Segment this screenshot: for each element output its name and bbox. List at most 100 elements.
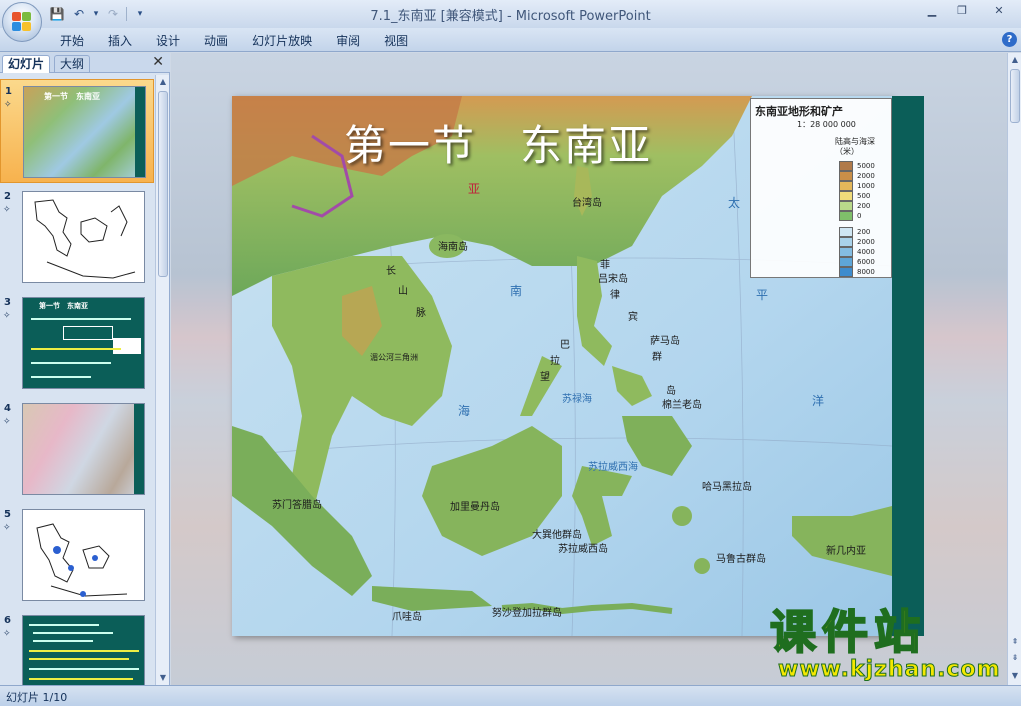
window-title: 7.1_东南亚 [兼容模式] - Microsoft PowerPoint — [0, 5, 1021, 24]
map-label: 努沙登加拉群岛 — [492, 608, 562, 619]
next-slide-icon[interactable]: ⇟ — [1008, 651, 1021, 665]
legend-heading: 陆高与海深（米） — [835, 137, 875, 156]
slide-thumbnail-2[interactable]: 2 ✧ — [0, 185, 154, 289]
map-label: 脉 — [416, 308, 426, 319]
app-name: Microsoft PowerPoint — [515, 9, 651, 24]
map-label: 山 — [398, 286, 408, 297]
legend-swatch — [839, 247, 853, 257]
current-slide[interactable]: 第一节 东南亚 亚 台湾岛 海南岛 吕宋岛 萨马岛 棉兰老岛 加里曼丹岛 苏拉威… — [232, 96, 892, 636]
scroll-down-icon[interactable]: ▼ — [156, 671, 170, 685]
slide-counter: 幻灯片 1/10 — [6, 691, 68, 704]
tab-review[interactable]: 审阅 — [324, 31, 372, 51]
map-label: 宾 — [628, 312, 638, 323]
tab-slideshow[interactable]: 幻灯片放映 — [240, 31, 324, 51]
slide-scrollbar[interactable]: ▲ ⇞ ⇟ ▼ — [1007, 53, 1021, 685]
thumbnail-caption: 第一节 东南亚 — [44, 92, 100, 101]
map-label: 律 — [610, 290, 620, 301]
slide-number: 6 — [4, 615, 11, 626]
slides-panel: 幻灯片 大纲 ✕ 1 ✧ 第一节 东南亚 2 ✧ 3 ✧ 第一节 东南亚 4 ✧… — [0, 53, 170, 685]
scroll-thumb[interactable] — [158, 91, 168, 277]
scroll-up-icon[interactable]: ▲ — [1008, 53, 1021, 67]
thumbnail-image: 第一节 东南亚 — [23, 86, 146, 178]
thumbnail-scrollbar[interactable]: ▲ ▼ — [155, 75, 169, 685]
slide-number: 2 — [4, 191, 11, 202]
animation-icon: ✧ — [3, 523, 11, 533]
legend-label: 0 — [857, 212, 862, 220]
tab-view[interactable]: 视图 — [372, 31, 420, 51]
map-label: 苏拉威西海 — [588, 462, 638, 473]
map-label: 平 — [756, 288, 769, 302]
legend-swatch — [839, 211, 853, 221]
title-bar: 💾 ↶ ▾ ↷ ▾ 7.1_东南亚 [兼容模式] - Microsoft Pow… — [0, 0, 1021, 42]
watermark-url: www.kjzhan.com — [778, 657, 1001, 683]
legend-label: 200 — [857, 228, 871, 236]
legend-row: 8000 — [839, 267, 889, 277]
legend-swatch — [839, 191, 853, 201]
legend-label: 2000 — [857, 172, 875, 180]
help-icon[interactable]: ? — [1002, 32, 1017, 47]
map-label: 望 — [540, 372, 550, 383]
legend-row: 2000 — [839, 171, 889, 181]
map-label: 棉兰老岛 — [662, 400, 702, 411]
map-label: 海 — [458, 404, 471, 418]
legend-row: 6000 — [839, 257, 889, 267]
legend-row: 5000 — [839, 161, 889, 171]
legend-swatch — [839, 171, 853, 181]
map-label: 太 — [728, 196, 741, 210]
legend-title: 东南亚地形和矿产 — [755, 105, 843, 118]
animation-icon: ✧ — [3, 205, 11, 215]
close-panel-icon[interactable]: ✕ — [152, 54, 164, 70]
tab-home[interactable]: 开始 — [48, 31, 96, 51]
legend-swatch — [839, 257, 853, 267]
tab-animations[interactable]: 动画 — [192, 31, 240, 51]
slide-thumbnail-4[interactable]: 4 ✧ — [0, 397, 154, 501]
map-label: 吕宋岛 — [598, 274, 628, 285]
legend-row: 4000 — [839, 247, 889, 257]
legend-row: 500 — [839, 191, 889, 201]
slide-number: 1 — [5, 86, 12, 97]
watermark-title: 课件站 — [769, 605, 926, 659]
map-label: 大巽他群岛 — [532, 530, 582, 541]
tab-slides[interactable]: 幻灯片 — [2, 55, 51, 73]
scroll-up-icon[interactable]: ▲ — [156, 75, 170, 89]
tab-outline[interactable]: 大纲 — [54, 55, 91, 73]
thumbnail-image — [22, 509, 145, 601]
legend-label: 2000 — [857, 238, 875, 246]
slide-title[interactable]: 第一节 东南亚 — [344, 112, 652, 173]
slide-number: 5 — [4, 509, 11, 520]
map-label: 加里曼丹岛 — [450, 502, 500, 513]
close-icon[interactable]: ✕ — [977, 0, 1021, 20]
legend-scale: 1：28 000 000 — [797, 120, 856, 129]
window-controls: ▁ ❐ ✕ — [917, 0, 1021, 20]
thumbnail-image — [22, 403, 145, 495]
tab-insert[interactable]: 插入 — [96, 31, 144, 51]
animation-icon: ✧ — [3, 417, 11, 427]
thumbnail-image: 第一节 东南亚 — [22, 297, 145, 389]
slide-thumbnail-1[interactable]: 1 ✧ 第一节 东南亚 — [0, 79, 154, 183]
restore-icon[interactable]: ❐ — [947, 0, 977, 20]
outline-map-icon — [34, 199, 136, 279]
legend-row: 0 — [839, 211, 889, 221]
map-label: 洋 — [812, 394, 825, 408]
scroll-down-icon[interactable]: ▼ — [1008, 669, 1021, 683]
animation-icon: ✧ — [4, 100, 12, 110]
map-label: 哈马黑拉岛 — [702, 482, 752, 493]
title-separator: - — [506, 9, 512, 24]
slide-editing-area: 第一节 东南亚 亚 台湾岛 海南岛 吕宋岛 萨马岛 棉兰老岛 加里曼丹岛 苏拉威… — [171, 53, 1007, 685]
compat-mode: [兼容模式] — [440, 9, 503, 24]
slide-thumbnail-5[interactable]: 5 ✧ — [0, 503, 154, 607]
minimize-icon[interactable]: ▁ — [917, 0, 947, 20]
map-label: 海南岛 — [438, 242, 468, 253]
map-label: 长 — [386, 266, 396, 277]
tab-design[interactable]: 设计 — [144, 31, 192, 51]
slide-thumbnail-3[interactable]: 3 ✧ 第一节 东南亚 — [0, 291, 154, 395]
legend-row: 1000 — [839, 181, 889, 191]
map-label: 湄公河三角洲 — [370, 353, 418, 362]
office-button[interactable] — [2, 2, 42, 42]
slide-thumbnail-6[interactable]: 6 ✧ — [0, 609, 154, 685]
map-label: 苏门答腊岛 — [272, 500, 322, 511]
office-logo-icon — [12, 12, 32, 32]
previous-slide-icon[interactable]: ⇞ — [1008, 635, 1021, 649]
legend-swatch — [839, 161, 853, 171]
scroll-thumb[interactable] — [1010, 69, 1020, 123]
